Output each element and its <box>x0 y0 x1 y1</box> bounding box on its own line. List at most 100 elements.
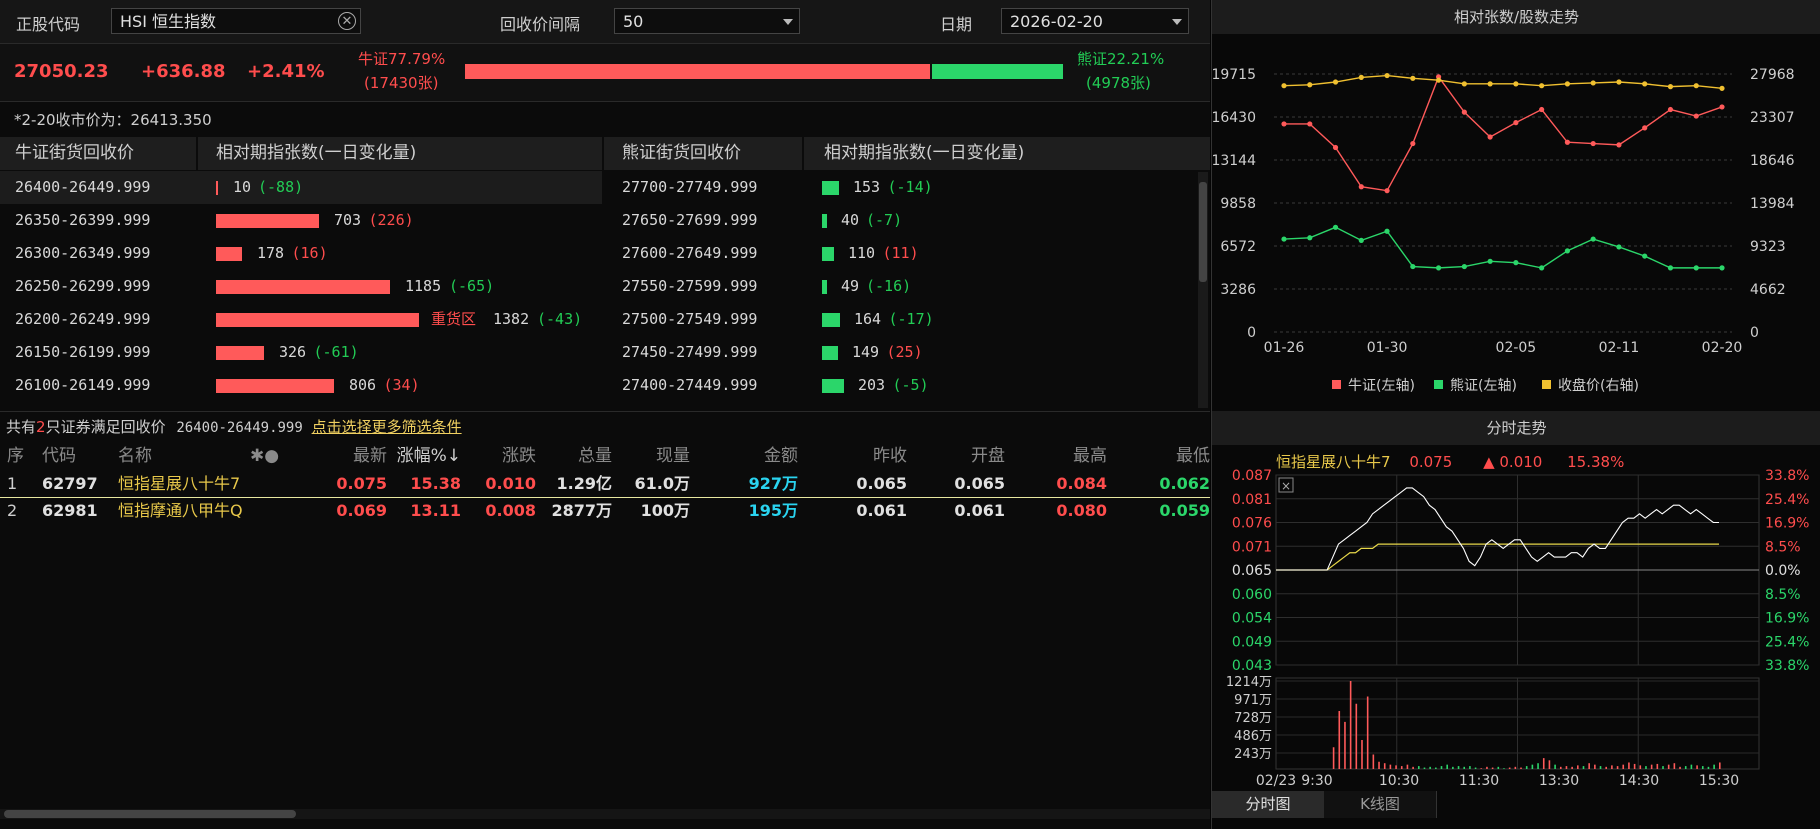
bull-qty: 703 <box>334 211 362 229</box>
bear-row[interactable]: 27600-27649.999 110 (11) <box>604 237 1194 270</box>
pct-tick: 25.4% <box>1765 634 1809 650</box>
bull-row[interactable]: 26200-26249.999 重货区 1382 (-43) <box>0 303 602 336</box>
volume-bar <box>1656 763 1659 769</box>
quote-col-header[interactable]: 名称 <box>118 444 258 468</box>
quote-col-header[interactable]: 金额 <box>700 444 798 468</box>
x-tick: 01-30 <box>1367 340 1408 356</box>
intraday-chart: 0.087 33.8% 0.081 25.4% 0.076 16.9% 0.071 8.5% 0… <box>1226 468 1810 789</box>
series-point <box>1616 142 1622 148</box>
volume-tick: 728万 <box>1234 711 1272 726</box>
stock-input-value: HSI 恒生指数 <box>120 12 216 31</box>
quote-row[interactable]: 1 62797 恒指星展八十牛7 0.075 15.38 0.010 1.29亿 61.0万 9… <box>0 470 1210 498</box>
bull-row[interactable]: 26250-26299.999 1185 (-65) <box>0 270 602 303</box>
volume-bar <box>1520 767 1522 769</box>
scrollbar-thumb[interactable] <box>4 810 296 818</box>
quote-row[interactable]: 2 62981 恒指摩通八甲牛Q 0.069 13.11 0.008 2877万 100万 19… <box>0 497 1210 524</box>
bull-qty-bar <box>216 181 218 195</box>
horizontal-scrollbar[interactable] <box>0 809 1210 819</box>
series-point <box>1281 83 1287 89</box>
close-icon-glyph: × <box>1281 479 1291 493</box>
bull-range: 26250-26299.999 <box>15 277 151 295</box>
series-point <box>1487 81 1493 87</box>
quote-last: 0.075 <box>336 474 387 493</box>
volume-bar <box>1719 762 1721 769</box>
bull-range: 26300-26349.999 <box>15 244 151 262</box>
volume-bar <box>1645 766 1647 769</box>
quote-col-header[interactable]: 涨幅%↓ <box>395 444 461 468</box>
close-note: *2-20收市价为：26413.350 <box>14 111 212 129</box>
bear-row[interactable]: 27550-27599.999 49 (-16) <box>604 270 1194 303</box>
quote-col-header[interactable]: 最新 <box>325 444 387 468</box>
interval-select[interactable]: 50 <box>614 8 800 34</box>
volume-bar <box>1338 711 1341 769</box>
volume-bar <box>1497 766 1500 769</box>
summary-bar: 27050.23 +636.88 +2.41% 牛证77.79% (17430张… <box>0 44 1210 102</box>
right-panel: 相对张数/股数走势 19715 27968 16430 23307 13144 18646… <box>1211 0 1820 829</box>
stock-input[interactable]: HSI 恒生指数 ✕ <box>111 8 361 34</box>
scrollbar-thumb[interactable] <box>1199 182 1207 282</box>
left-panel: 正股代码 HSI 恒生指数 ✕ 回收价间隔 50 日期 2026-02-20 2… <box>0 0 1210 829</box>
y-left-tick: 3286 <box>1220 282 1256 298</box>
quote-col-header[interactable]: 开盘 <box>910 444 1005 468</box>
volume-bar <box>1639 765 1642 769</box>
quote-col-header[interactable]: ✱● <box>250 444 280 468</box>
bull-row[interactable]: 26350-26399.999 703 (226) <box>0 204 602 237</box>
bear-qty: 149 <box>852 343 880 361</box>
series-point <box>1590 140 1596 147</box>
quote-col-header[interactable]: 涨跌 <box>470 444 536 468</box>
quote-col-header[interactable]: 总量 <box>540 444 612 468</box>
quote-col-header[interactable]: 代码 <box>42 444 102 468</box>
bear-qty-bar <box>822 379 844 393</box>
volume-bar <box>1531 764 1534 769</box>
time-tick: 02/23 <box>1256 773 1296 789</box>
bull-row[interactable]: 26300-26349.999 178 (16) <box>0 237 602 270</box>
quote-col-header[interactable]: 昨收 <box>810 444 907 468</box>
volume-bar <box>1594 764 1596 769</box>
volume-bar <box>1684 766 1687 769</box>
clear-icon[interactable]: ✕ <box>338 12 356 30</box>
bear-row[interactable]: 27700-27749.999 153 (-14) <box>604 171 1194 204</box>
bear-pct: 熊证22.21% <box>1077 50 1165 68</box>
bull-qty: 178 <box>257 244 285 262</box>
bear-row[interactable]: 27650-27699.999 40 (-7) <box>604 204 1194 237</box>
more-filters-link[interactable]: 点击选择更多筛选条件 <box>312 418 462 436</box>
bull-change: (-43) <box>537 310 583 328</box>
table-scrollbar[interactable] <box>1198 172 1208 408</box>
quote-col-header[interactable]: 最低 <box>1110 444 1210 468</box>
bear-range-header: 熊证街货回收价 <box>604 137 802 170</box>
volume-bar <box>1389 764 1392 769</box>
bull-range: 26150-26199.999 <box>15 343 151 361</box>
filter-info-range: 26400-26449.999 <box>176 420 303 436</box>
chevron-down-icon <box>1172 19 1182 25</box>
bear-range: 27500-27549.999 <box>622 310 758 328</box>
series-point <box>1616 79 1622 85</box>
y-left-tick: 19715 <box>1212 67 1256 83</box>
price-tick: 0.065 <box>1232 563 1272 579</box>
tab-kline[interactable]: K线图 <box>1324 791 1437 818</box>
series-point <box>1410 263 1416 270</box>
x-tick: 02-11 <box>1599 340 1640 356</box>
bear-row[interactable]: 27400-27449.999 203 (-5) <box>604 369 1194 402</box>
series-point <box>1307 82 1313 88</box>
bull-change: (-65) <box>449 277 495 295</box>
tab-timeshare[interactable]: 分时图 <box>1212 791 1324 818</box>
bear-qty: 40 <box>841 211 860 229</box>
volume-bar <box>1650 764 1653 769</box>
bull-row[interactable]: 26100-26149.999 806 (34) <box>0 369 602 402</box>
y-left-tick: 0 <box>1247 325 1256 341</box>
bear-row[interactable]: 27450-27499.999 149 (25) <box>604 336 1194 369</box>
quote-col-header[interactable]: 最高 <box>1010 444 1107 468</box>
bear-row[interactable]: 27500-27549.999 164 (-17) <box>604 303 1194 336</box>
volume-bar <box>1605 766 1608 769</box>
quote-col-header[interactable]: 序 <box>7 444 27 468</box>
date-select[interactable]: 2026-02-20 <box>1001 8 1189 34</box>
bull-row[interactable]: 26400-26449.999 10 (-88) <box>0 171 602 204</box>
volume-bar <box>1463 766 1466 769</box>
bull-qty-bar <box>216 280 390 294</box>
interval-label: 回收价间隔 <box>500 15 581 34</box>
bull-row[interactable]: 26150-26199.999 326 (-61) <box>0 336 602 369</box>
quote-col-header[interactable]: 现量 <box>620 444 690 468</box>
quote-vol: 1.29亿 <box>556 474 612 493</box>
quote-low: 0.059 <box>1159 501 1210 520</box>
volume-bar <box>1503 768 1505 769</box>
